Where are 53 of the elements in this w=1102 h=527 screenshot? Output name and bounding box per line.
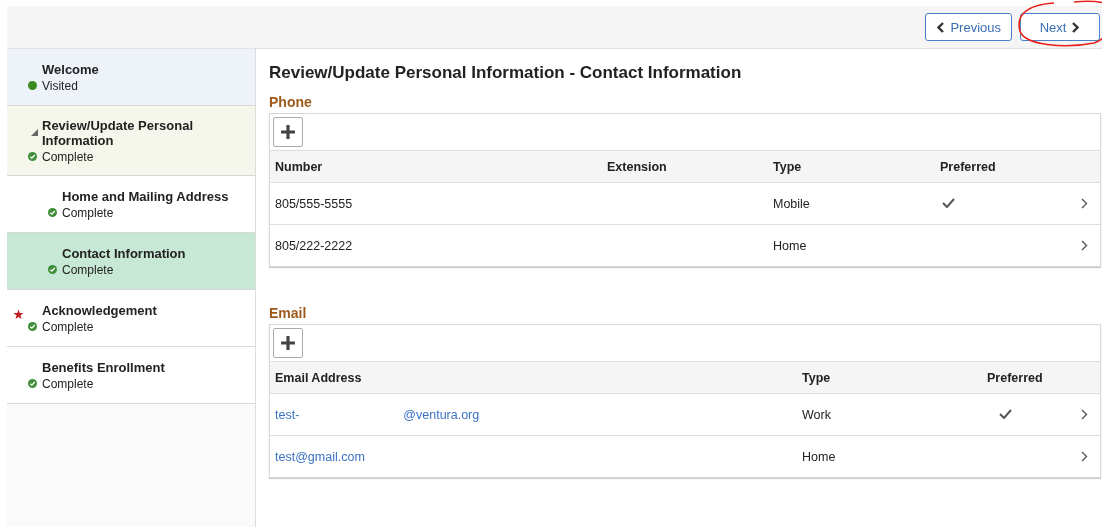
email-link[interactable]: test@gmail.com: [275, 449, 365, 464]
table-cell: Home: [773, 238, 807, 253]
table-cell: Mobile: [773, 196, 810, 211]
table-row[interactable]: 805/555-5555 Mobile: [270, 183, 1100, 225]
next-button[interactable]: Next: [1020, 13, 1100, 41]
add-button[interactable]: [273, 328, 303, 358]
column-header: Preferred: [940, 159, 996, 174]
status-text: Complete: [62, 205, 114, 220]
table-row[interactable]: 805/222-2222 Home: [270, 225, 1100, 266]
status-text: Complete: [62, 262, 114, 277]
section-heading: Phone: [269, 94, 312, 110]
sidebar-item[interactable]: Contact Information Complete: [7, 233, 255, 290]
column-header: Type: [802, 370, 831, 385]
item-title: Home and Mailing Address: [62, 188, 229, 204]
chevron-right-icon: [1081, 451, 1088, 462]
table-cell: Home: [802, 449, 836, 464]
status-text: Visited: [42, 78, 78, 93]
sidebar-item[interactable]: Home and Mailing Address Complete: [7, 176, 255, 233]
item-title: Benefits Enrollment: [42, 359, 165, 375]
email-link[interactable]: test- @ventura.org: [275, 407, 480, 422]
page-title: Review/Update Personal Information - Contact Information: [269, 63, 742, 83]
column-header: Extension: [607, 159, 667, 174]
item-title: Welcome: [42, 61, 99, 77]
item-title: Contact Information: [62, 245, 186, 261]
column-header: Preferred: [987, 370, 1043, 385]
item-title: Review/Update Personal Information: [42, 117, 194, 148]
plus-icon: [281, 125, 295, 139]
section-heading: Email: [269, 305, 307, 321]
chevron-right-icon: [1081, 240, 1088, 251]
sidebar-item[interactable]: Welcome Visited: [7, 49, 255, 106]
column-header: Number: [275, 159, 323, 174]
table-row[interactable]: test- @ventura.org Work: [270, 394, 1100, 436]
sidebar-item[interactable]: Benefits Enrollment Complete: [7, 347, 255, 404]
triangle-icon: [31, 129, 38, 136]
status-text: Complete: [42, 319, 94, 334]
add-button[interactable]: [273, 117, 303, 147]
item-title: Acknowledgement: [42, 302, 157, 318]
status-text: Complete: [42, 376, 94, 391]
column-header: Type: [773, 159, 802, 174]
chevron-left-icon: [936, 21, 946, 33]
chevron-right-icon: [1071, 21, 1081, 33]
table-cell: Work: [802, 407, 831, 422]
table-row[interactable]: test@gmail.com Home: [270, 436, 1100, 477]
plus-icon: [281, 336, 295, 350]
previous-button[interactable]: Previous: [925, 13, 1012, 41]
chevron-right-icon: [1081, 409, 1088, 420]
sidebar-item[interactable]: Review/Update Personal Information Complete: [7, 106, 255, 176]
column-header: Email Address: [275, 370, 362, 385]
chevron-right-icon: [1081, 198, 1088, 209]
table-cell: 805/222-2222: [275, 238, 353, 253]
table-cell: 805/555-5555: [275, 196, 353, 211]
status-text: Complete: [42, 149, 94, 164]
sidebar-item[interactable]: Acknowledgement Complete: [7, 290, 255, 347]
